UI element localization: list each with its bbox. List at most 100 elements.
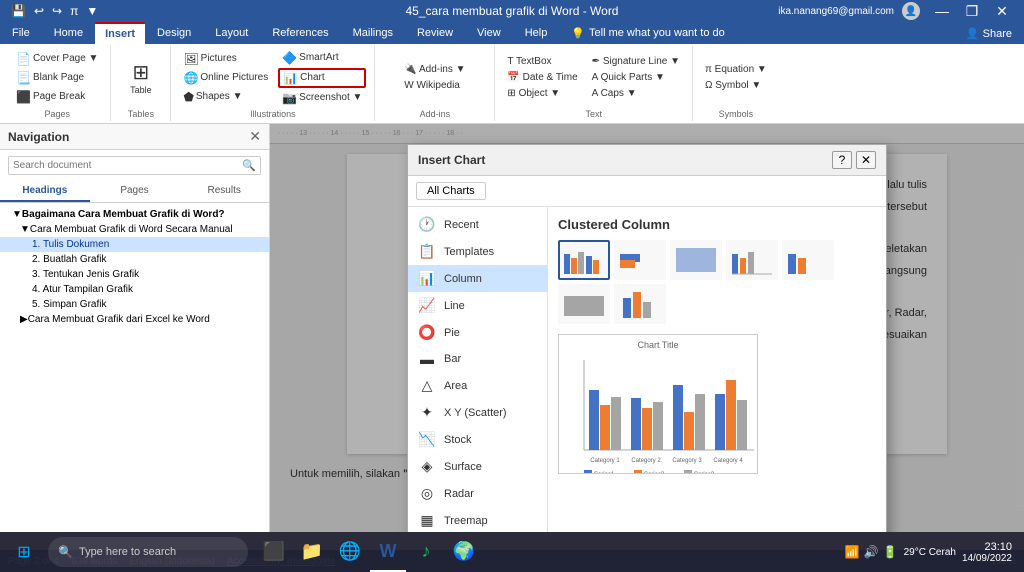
- minimize-icon[interactable]: —: [928, 0, 956, 22]
- nav-heading-3-3[interactable]: 3. Tentukan Jenis Grafik: [0, 267, 269, 282]
- online-pictures-button[interactable]: 🌐 Online Pictures: [179, 69, 272, 87]
- nav-arrow-1: ▼: [12, 209, 22, 220]
- windows-logo-icon: ⊞: [17, 542, 30, 562]
- chart-icon: 📊: [283, 71, 298, 85]
- volume-icon[interactable]: 🔊: [864, 545, 879, 559]
- chart-thumb-3[interactable]: [670, 240, 722, 280]
- chart-thumb-6[interactable]: [558, 284, 610, 324]
- chart-type-scatter[interactable]: ✦ X Y (Scatter): [408, 399, 547, 426]
- smartart-button[interactable]: 🔷 SmartArt: [278, 49, 366, 67]
- chart-type-area[interactable]: △ Area: [408, 372, 547, 399]
- cover-page-button[interactable]: 📄 Cover Page ▼: [12, 50, 102, 68]
- nav-heading-2[interactable]: ▼Cara Membuat Grafik di Word Secara Manu…: [0, 222, 269, 237]
- tab-view[interactable]: View: [465, 22, 513, 44]
- tab-file[interactable]: File: [0, 22, 42, 44]
- tab-pages[interactable]: Pages: [90, 181, 180, 202]
- chart-thumb-5[interactable]: [782, 240, 834, 280]
- drop-cap-button[interactable]: A Caps ▼: [588, 86, 684, 101]
- tab-results[interactable]: Results: [179, 181, 269, 202]
- table-button[interactable]: ⊞ Table: [123, 57, 159, 98]
- chart-type-column[interactable]: 📊 Column: [408, 265, 547, 292]
- signature-button[interactable]: ✒ Signature Line ▼: [588, 54, 684, 69]
- tab-home[interactable]: Home: [42, 22, 95, 44]
- chart-button[interactable]: 📊 Chart: [278, 68, 366, 88]
- chart-type-surface[interactable]: ◈ Surface: [408, 453, 547, 480]
- taskbar-apps: ⬛ 📁 🌐 W ♪ 🌍: [256, 532, 482, 572]
- qa-pi[interactable]: π: [67, 4, 81, 18]
- chart-thumb-1[interactable]: [558, 240, 610, 280]
- qa-undo[interactable]: ↩: [31, 4, 47, 18]
- wikipedia-button[interactable]: W Wikipedia: [400, 78, 469, 93]
- chrome-icon: 🌍: [453, 541, 475, 562]
- taskbar-app-edge[interactable]: 🌐: [332, 532, 368, 572]
- taskbar-app-explorer[interactable]: 📁: [294, 532, 330, 572]
- nav-heading-3-2[interactable]: 2. Buatlah Grafik: [0, 252, 269, 267]
- nav-panel-header: Navigation ✕: [0, 124, 269, 150]
- main-area: Navigation ✕ 🔍 Headings Pages Results ▼B…: [0, 124, 1024, 532]
- tab-references[interactable]: References: [260, 22, 340, 44]
- dialog-help-button[interactable]: ?: [832, 151, 852, 169]
- restore-icon[interactable]: ❐: [958, 0, 986, 22]
- chart-type-stock[interactable]: 📉 Stock: [408, 426, 547, 453]
- nav-search-box[interactable]: 🔍: [8, 156, 261, 175]
- qa-menu[interactable]: ▼: [83, 4, 101, 18]
- equation-button[interactable]: π Equation ▼: [701, 62, 771, 77]
- text-box-button[interactable]: T TextBox: [503, 54, 581, 69]
- taskbar-search[interactable]: 🔍 Type here to search: [48, 537, 248, 567]
- chart-type-treemap[interactable]: ▦ Treemap: [408, 507, 547, 532]
- taskbar-app-taskview[interactable]: ⬛: [256, 532, 292, 572]
- chart-type-pie[interactable]: ⭕ Pie: [408, 319, 547, 346]
- ribbon-toolbar: 📄 Cover Page ▼ 📃 Blank Page ⬛ Page Break…: [0, 44, 1024, 124]
- battery-icon[interactable]: 🔋: [883, 545, 898, 559]
- taskbar-app-chrome[interactable]: 🌍: [446, 532, 482, 572]
- dialog-close-button[interactable]: ✕: [856, 151, 876, 169]
- chart-thumb-7[interactable]: [614, 284, 666, 324]
- cover-page-icon: 📄: [16, 52, 31, 66]
- symbol-button[interactable]: Ω Symbol ▼: [701, 78, 771, 93]
- tab-design[interactable]: Design: [145, 22, 203, 44]
- object-button[interactable]: ⊞ Object ▼: [503, 86, 581, 101]
- chart-type-templates[interactable]: 📋 Templates: [408, 238, 547, 265]
- nav-close-icon[interactable]: ✕: [249, 128, 261, 145]
- chart-type-bar[interactable]: ▬ Bar: [408, 346, 547, 372]
- chart-type-recent[interactable]: 🕐 Recent: [408, 211, 547, 238]
- qa-redo[interactable]: ↪: [49, 4, 65, 18]
- nav-heading-3-1[interactable]: 1. Tulis Dokumen: [0, 237, 269, 252]
- network-icon[interactable]: 📶: [845, 545, 860, 559]
- chart-thumb-2[interactable]: [614, 240, 666, 280]
- nav-heading-3-5[interactable]: 5. Simpan Grafik: [0, 297, 269, 312]
- start-button[interactable]: ⊞: [4, 532, 44, 572]
- screenshot-button[interactable]: 📷 Screenshot ▼: [278, 89, 366, 107]
- tab-mailings[interactable]: Mailings: [341, 22, 405, 44]
- clock[interactable]: 23:10 14/09/2022: [962, 541, 1012, 564]
- dialog-title: Insert Chart: [418, 153, 485, 167]
- wordart-button[interactable]: A Quick Parts ▼: [588, 70, 684, 85]
- add-in-button[interactable]: 🔌 Add-ins ▼: [400, 62, 469, 77]
- tab-help[interactable]: Help: [513, 22, 560, 44]
- page-break-button[interactable]: ⬛ Page Break: [12, 88, 102, 106]
- nav-heading-3-4[interactable]: 4. Atur Tampilan Grafik: [0, 282, 269, 297]
- share-button[interactable]: 👤 Share: [954, 27, 1024, 40]
- blank-page-icon: 📃: [16, 71, 31, 85]
- pictures-button[interactable]: 🖼 Pictures: [179, 50, 272, 68]
- tab-layout[interactable]: Layout: [203, 22, 260, 44]
- qa-save[interactable]: 💾: [8, 4, 29, 18]
- date-time-button[interactable]: 📅 Date & Time: [503, 70, 581, 85]
- title-bar-right: ika.nanang69@gmail.com 👤 — ❐ ✕: [778, 0, 1016, 22]
- tab-review[interactable]: Review: [405, 22, 465, 44]
- all-charts-tab[interactable]: All Charts: [416, 182, 486, 200]
- chart-type-line[interactable]: 📈 Line: [408, 292, 547, 319]
- tab-insert[interactable]: Insert: [95, 22, 145, 44]
- close-icon[interactable]: ✕: [988, 0, 1016, 22]
- tab-tell-me[interactable]: 💡 Tell me what you want to do: [559, 22, 736, 44]
- blank-page-button[interactable]: 📃 Blank Page: [12, 69, 102, 87]
- nav-search-input[interactable]: [13, 160, 242, 171]
- nav-heading-1[interactable]: ▼Bagaimana Cara Membuat Grafik di Word?: [0, 207, 269, 222]
- taskbar-app-spotify[interactable]: ♪: [408, 532, 444, 572]
- nav-heading-2-2[interactable]: ▶Cara Membuat Grafik dari Excel ke Word: [0, 312, 269, 327]
- tab-headings[interactable]: Headings: [0, 181, 90, 202]
- taskbar-app-word[interactable]: W: [370, 532, 406, 572]
- chart-type-radar[interactable]: ◎ Radar: [408, 480, 547, 507]
- chart-thumb-4[interactable]: [726, 240, 778, 280]
- shapes-button[interactable]: ⬟ Shapes ▼: [179, 88, 272, 106]
